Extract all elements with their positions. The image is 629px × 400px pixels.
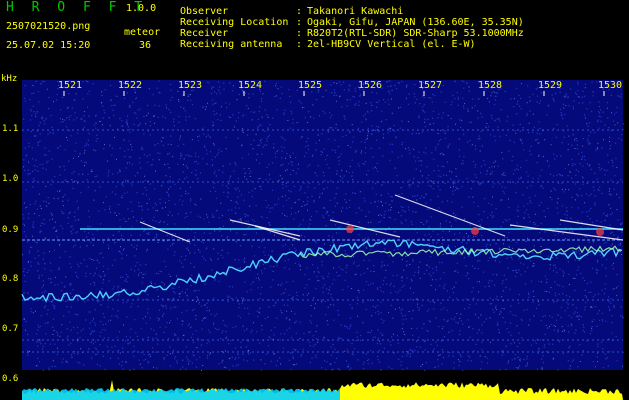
meteor-trail (139, 221, 191, 243)
meteor-trail (254, 225, 301, 241)
meteor-head (596, 228, 604, 236)
meteor-trail (229, 219, 301, 237)
signal-trace (21, 239, 623, 303)
noise-floor-bars (22, 388, 340, 400)
noise-speckle (22, 80, 624, 372)
noise-speckle (22, 80, 625, 372)
meteor-head (471, 227, 479, 235)
meteor-head (346, 225, 354, 233)
spectrogram-overlay (21, 80, 625, 400)
